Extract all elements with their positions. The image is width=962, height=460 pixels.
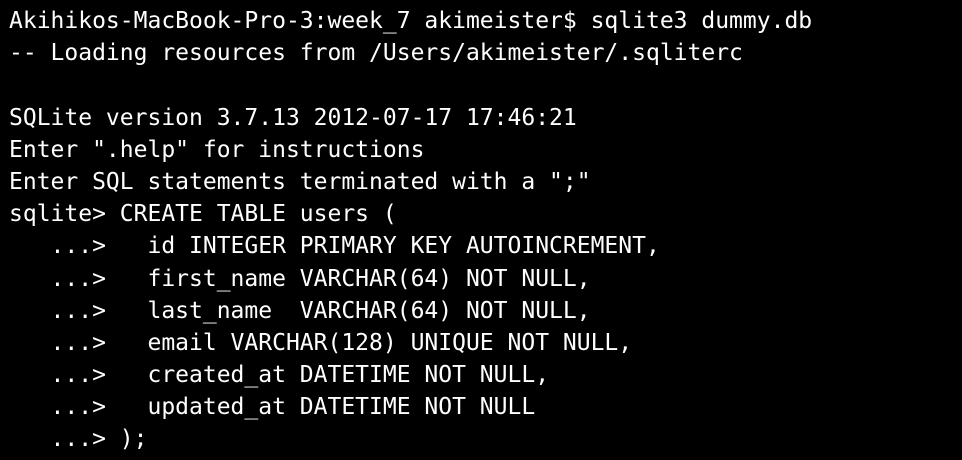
terminal-line-column-last-name: ...> last_name VARCHAR(64) NOT NULL,	[9, 297, 591, 324]
terminal-line-loading-resources: -- Loading resources from /Users/akimeis…	[9, 40, 743, 67]
terminal-line-shell-command: Akihikos-MacBook-Pro-3:week_7 akimeister…	[9, 8, 813, 34]
terminal-line-column-first-name: ...> first_name VARCHAR(64) NOT NULL,	[9, 265, 591, 292]
terminal-window[interactable]: Akihikos-MacBook-Pro-3:week_7 akimeister…	[0, 0, 962, 460]
terminal-line-create-table: sqlite> CREATE TABLE users (	[9, 201, 397, 228]
terminal-line-column-id: ...> id INTEGER PRIMARY KEY AUTOINCREMEN…	[9, 233, 660, 260]
terminal-line-help-hint: Enter ".help" for instructions	[9, 136, 425, 163]
terminal-line-sql-hint: Enter SQL statements terminated with a "…	[9, 168, 591, 195]
terminal-line-sqlite-version: SQLite version 3.7.13 2012-07-17 17:46:2…	[9, 104, 577, 131]
terminal-line-close-paren: ...> );	[9, 426, 148, 453]
terminal-line-column-created-at: ...> created_at DATETIME NOT NULL,	[9, 362, 550, 389]
terminal-line-column-updated-at: ...> updated_at DATETIME NOT NULL	[9, 394, 536, 421]
terminal-line-column-email: ...> email VARCHAR(128) UNIQUE NOT NULL,	[9, 329, 633, 356]
